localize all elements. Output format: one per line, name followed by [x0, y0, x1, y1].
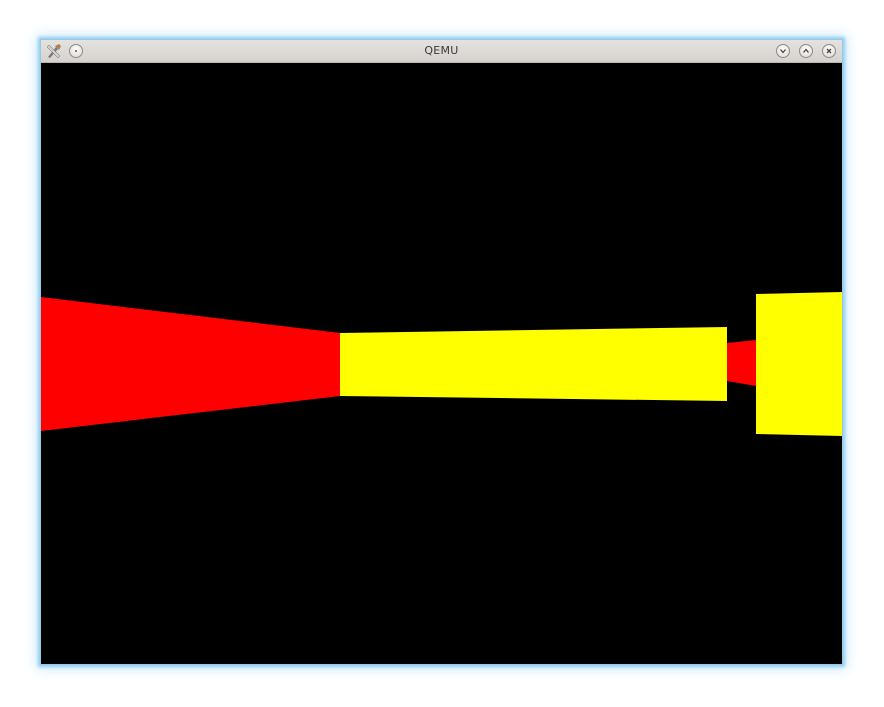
qemu-window: QEMU: [40, 39, 843, 665]
close-icon: [826, 48, 832, 54]
maximize-button[interactable]: [799, 44, 813, 58]
chevron-up-icon: [803, 48, 809, 53]
yellow-wall-center: [340, 327, 727, 401]
red-wall-far: [727, 340, 756, 386]
raycast-scene: [41, 63, 842, 664]
window-title: QEMU: [424, 44, 459, 57]
yellow-wall-right: [756, 292, 842, 436]
close-button[interactable]: [822, 44, 836, 58]
emulator-display[interactable]: [41, 63, 842, 664]
chevron-down-icon: [780, 49, 786, 54]
minimize-button[interactable]: [776, 44, 790, 58]
title-bar[interactable]: QEMU: [41, 40, 842, 63]
